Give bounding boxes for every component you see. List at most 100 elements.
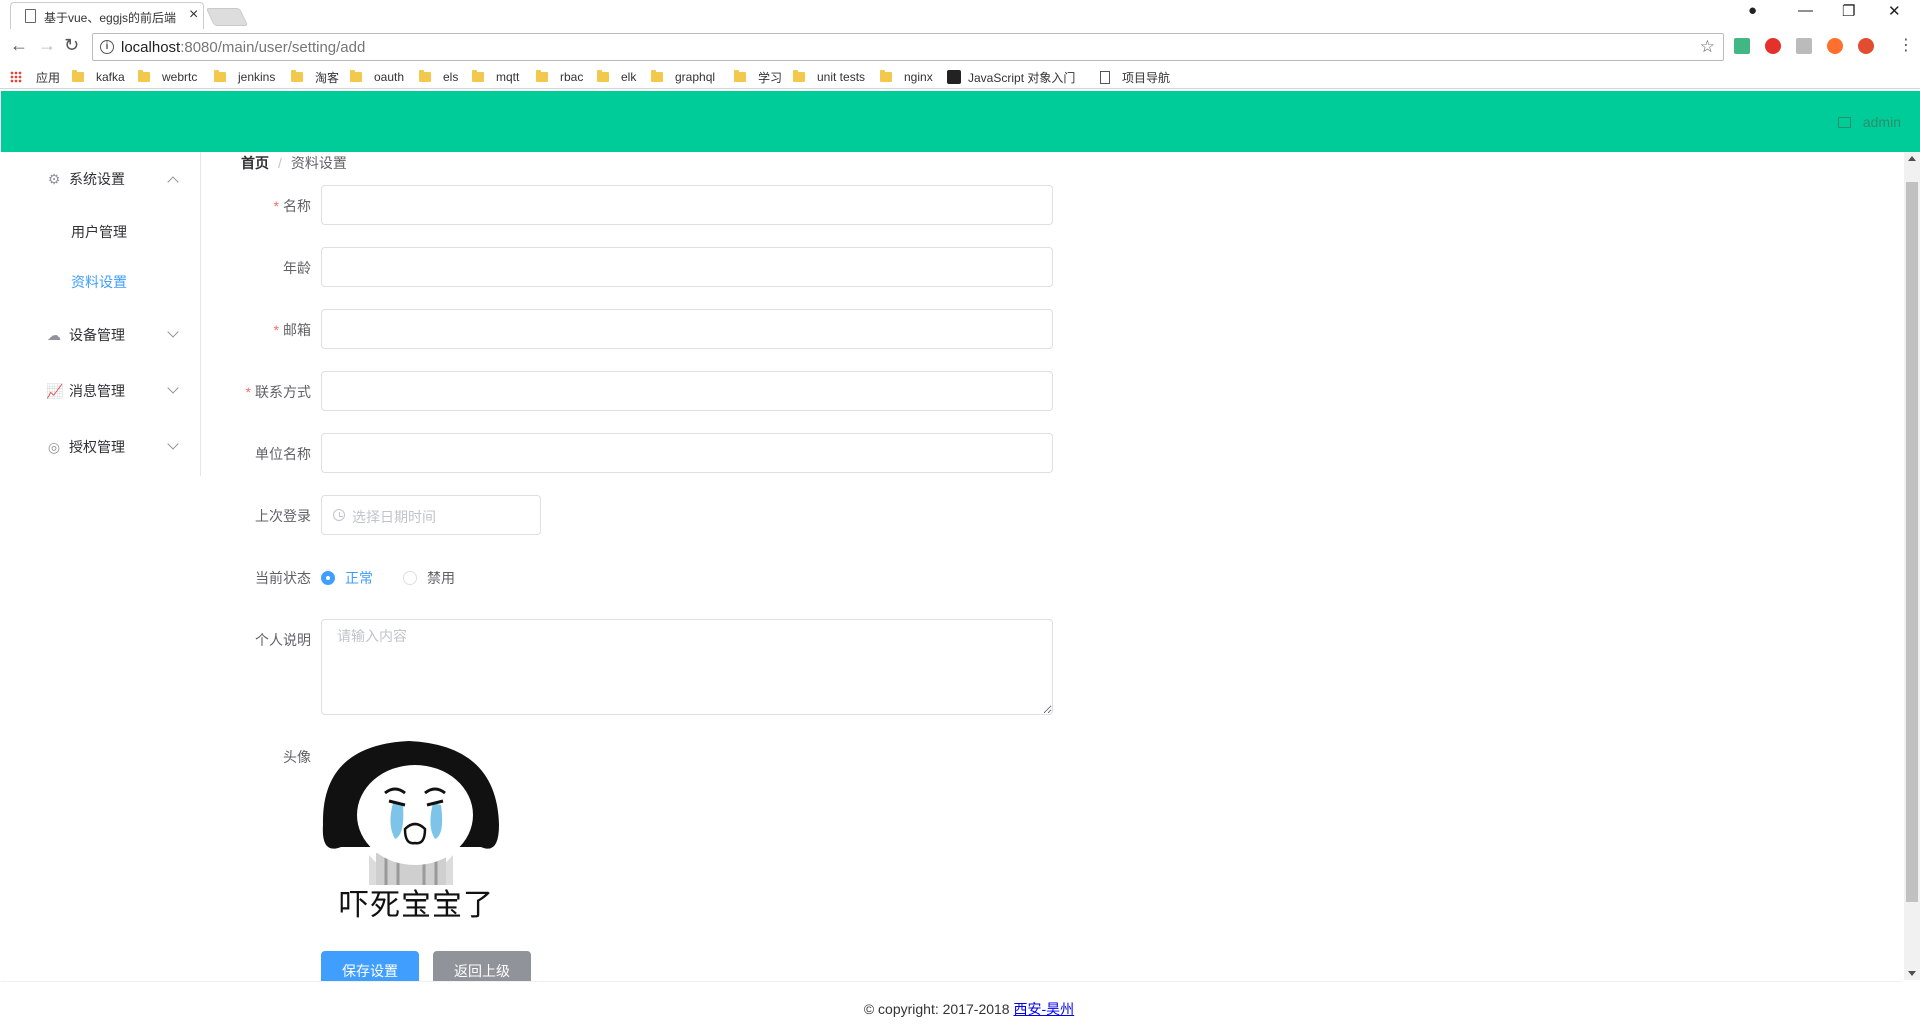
menu-icon[interactable]: ⋮ [1898, 35, 1914, 55]
page-icon [25, 9, 36, 23]
globe-icon: ◎ [47, 438, 61, 455]
status-radio-normal[interactable]: 正常 [321, 568, 373, 588]
bookmark-els[interactable]: els [419, 68, 458, 86]
page-icon [1100, 70, 1110, 84]
extension-icon-2[interactable] [1858, 38, 1874, 54]
extension-icon[interactable] [1796, 38, 1812, 54]
browser-tab[interactable]: 基于vue、eggjs的前后端 × [10, 2, 204, 29]
last-login-label: 上次登录 [255, 508, 311, 524]
avatar-label: 头像 [283, 749, 311, 765]
scroll-up-icon[interactable] [1908, 156, 1916, 161]
chevron-down-icon [167, 326, 179, 338]
chevron-down-icon [167, 438, 179, 450]
bookmark-apps[interactable]: 应用 [10, 68, 60, 86]
age-input[interactable] [321, 247, 1053, 287]
footer-link[interactable]: 西安-昊州 [1013, 999, 1074, 1019]
bookmark-graphql[interactable]: graphql [651, 68, 715, 86]
bio-label: 个人说明 [255, 632, 311, 648]
address-bar[interactable]: i localhost:8080/main/user/setting/add ☆ [92, 33, 1724, 61]
radio-dot [321, 571, 335, 585]
tab-title: 基于vue、eggjs的前后端 [44, 11, 177, 25]
name-input[interactable] [321, 185, 1053, 225]
bookmark-jenkins[interactable]: jenkins [214, 68, 275, 86]
main-content: 首页 / 资料设置 *名称 年龄 *邮箱 *联系方式 单位名称 上次登录 [201, 152, 1901, 991]
age-label: 年龄 [283, 260, 311, 276]
bookmark-webrtc[interactable]: webrtc [138, 68, 197, 86]
name-label: * 名称 [273, 198, 311, 214]
reload-icon[interactable]: ↻ [64, 35, 79, 56]
minimize-icon[interactable]: — [1798, 2, 1813, 19]
folder-icon [138, 70, 150, 82]
profile-icon[interactable]: ● [1748, 2, 1757, 19]
infinity-extension-icon[interactable] [1827, 38, 1843, 54]
contact-label: * 联系方式 [245, 384, 311, 400]
browser-toolbar: ← → ↻ i localhost:8080/main/user/setting… [0, 29, 1920, 64]
menu-device-management[interactable]: ☁ 设备管理 [1, 310, 200, 360]
bio-textarea[interactable] [321, 619, 1053, 715]
bookmark-taoke[interactable]: 淘客 [291, 68, 339, 86]
submenu-user-management[interactable]: 用户管理 [1, 207, 200, 257]
bookmark-elk[interactable]: elk [597, 68, 636, 86]
page-scrollbar[interactable] [1904, 152, 1920, 980]
bookmark-unit-tests[interactable]: unit tests [793, 68, 865, 86]
scroll-down-icon[interactable] [1908, 971, 1916, 976]
submenu-profile-settings[interactable]: 资料设置 [1, 257, 200, 307]
user-menu[interactable]: admin [1837, 114, 1901, 130]
footer: © copyright: 2017-2018 西安-昊州 [1, 981, 1901, 1036]
site-icon [947, 70, 961, 84]
bookmark-mqtt[interactable]: mqtt [472, 68, 519, 86]
bookmark-star-icon[interactable]: ☆ [1700, 37, 1715, 57]
avatar-image[interactable]: 吓死宝宝了 [321, 735, 501, 922]
chart-icon: 📈 [46, 382, 64, 399]
email-input[interactable] [321, 309, 1053, 349]
folder-icon [536, 70, 548, 82]
scroll-thumb[interactable] [1906, 182, 1918, 902]
chevron-up-icon [167, 176, 179, 188]
folder-icon [419, 70, 431, 82]
breadcrumb-home[interactable]: 首页 [241, 153, 269, 173]
opera-extension-icon[interactable] [1765, 38, 1781, 54]
window-close-icon[interactable]: ✕ [1888, 2, 1901, 20]
status-label: 当前状态 [255, 570, 311, 586]
menu-system-settings[interactable]: ⚙ 系统设置 [1, 154, 200, 204]
breadcrumb: 首页 / 资料设置 [241, 153, 347, 173]
folder-icon [793, 70, 805, 82]
app-body: ⚙ 系统设置 用户管理 资料设置 ☁ 设备管理 📈 消息管理 ◎ 授权管理 首页 [1, 152, 1901, 1036]
chevron-down-icon [167, 382, 179, 394]
back-icon[interactable]: ← [10, 35, 28, 56]
company-input[interactable] [321, 433, 1053, 473]
menu-message-management[interactable]: 📈 消息管理 [1, 366, 200, 416]
apps-icon [10, 71, 22, 83]
menu-authorization-management[interactable]: ◎ 授权管理 [1, 422, 200, 472]
tab-close-icon[interactable]: × [189, 6, 198, 24]
new-tab-button[interactable] [205, 8, 249, 26]
breadcrumb-separator: / [278, 155, 282, 171]
folder-icon [350, 70, 362, 82]
breadcrumb-current: 资料设置 [290, 155, 347, 171]
contact-input[interactable] [321, 371, 1053, 411]
bookmark-oauth[interactable]: oauth [350, 68, 404, 86]
bookmark-rbac[interactable]: rbac [536, 68, 583, 86]
folder-icon [72, 70, 84, 82]
vue-devtools-icon[interactable] [1734, 38, 1750, 54]
bookmark-kafka[interactable]: kafka [72, 68, 125, 86]
device-icon: ☁ [47, 326, 61, 343]
status-radio-disabled[interactable]: 禁用 [403, 568, 455, 588]
avatar-caption: 吓死宝宝了 [339, 889, 494, 922]
bookmark-javascript[interactable]: JavaScript 对象入门 [947, 68, 1075, 86]
forward-icon[interactable]: → [38, 35, 56, 56]
bookmark-nginx[interactable]: nginx [880, 68, 933, 86]
email-label: * 邮箱 [273, 322, 311, 338]
datetime-placeholder: 选择日期时间 [352, 509, 436, 525]
bookmark-study[interactable]: 学习 [734, 68, 782, 86]
browser-tab-strip: 基于vue、eggjs的前后端 × ● — ❐ ✕ [0, 0, 1920, 29]
last-login-datetime-picker[interactable]: 选择日期时间 [321, 495, 541, 535]
info-icon[interactable]: i [100, 40, 114, 54]
restore-icon[interactable]: ❐ [1842, 2, 1855, 20]
url-text: localhost:8080/main/user/setting/add [121, 39, 366, 56]
clock-icon [333, 509, 345, 521]
radio-dot [403, 571, 417, 585]
bookmark-nav[interactable]: 项目导航 [1100, 68, 1170, 86]
company-label: 单位名称 [255, 446, 311, 462]
folder-icon [734, 70, 746, 82]
